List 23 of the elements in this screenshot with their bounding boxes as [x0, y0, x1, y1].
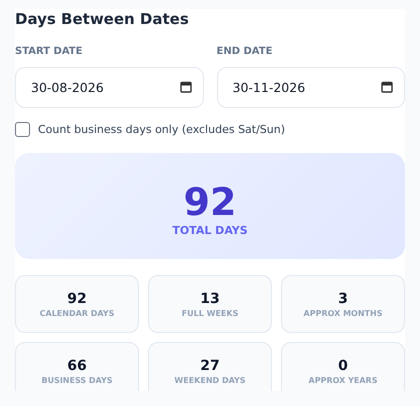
- stat-value: 92: [67, 290, 87, 306]
- stat-label: CALENDAR DAYS: [40, 308, 114, 318]
- stat-label: BUSINESS DAYS: [41, 376, 113, 384]
- date-field[interactable]: 30-11-2026: [216, 67, 405, 108]
- total-label: TOTAL DAYS: [172, 224, 248, 236]
- stat-value: 13: [200, 290, 220, 306]
- field-label: START DATE: [15, 45, 84, 59]
- field-label: END DATE: [216, 45, 274, 59]
- checkbox-label: Count business days only (excludes Sat/Sun): [38, 123, 286, 136]
- stat-value: 66: [67, 358, 87, 374]
- stat-label: APPROX MONTHS: [304, 308, 382, 318]
- stat-label: WEEKEND DAYS: [174, 376, 246, 384]
- page-title: Days Between Dates: [15, 9, 190, 29]
- calendar-icon[interactable]: [381, 81, 393, 93]
- stat-label: FULL WEEKS: [182, 308, 238, 318]
- stat-value: 3: [338, 290, 348, 306]
- checkbox[interactable]: [15, 122, 30, 137]
- stat-label: APPROX YEARS: [308, 376, 378, 384]
- stat-value: 27: [200, 358, 220, 374]
- stat-value: 0: [338, 358, 348, 374]
- date-field[interactable]: 30-08-2026: [15, 67, 204, 108]
- total-value: 92: [184, 182, 236, 222]
- calendar-icon[interactable]: [180, 81, 192, 93]
